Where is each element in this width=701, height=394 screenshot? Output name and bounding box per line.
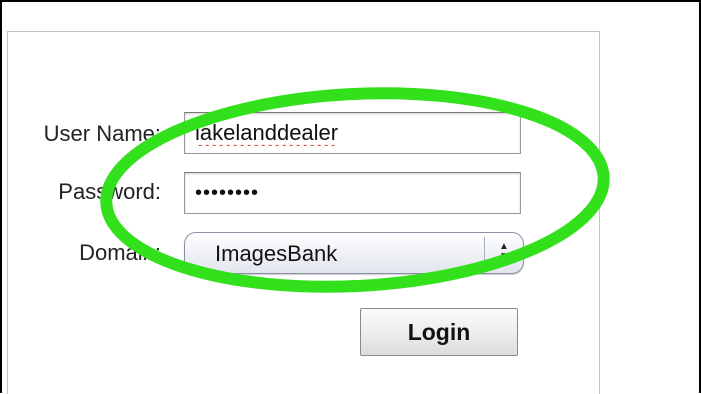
username-label: User Name: (43, 121, 161, 146)
domain-select-value: ImagesBank (215, 241, 338, 266)
username-field[interactable] (184, 112, 521, 154)
password-label: Password: (58, 179, 161, 204)
select-divider (484, 237, 485, 269)
login-button[interactable]: Login (360, 308, 518, 356)
domain-label: Domain: (79, 240, 161, 265)
updown-arrows-icon: ▲ ▼ (499, 241, 509, 262)
domain-select[interactable]: ImagesBank ▲ ▼ (184, 232, 524, 274)
password-field[interactable] (184, 172, 521, 214)
